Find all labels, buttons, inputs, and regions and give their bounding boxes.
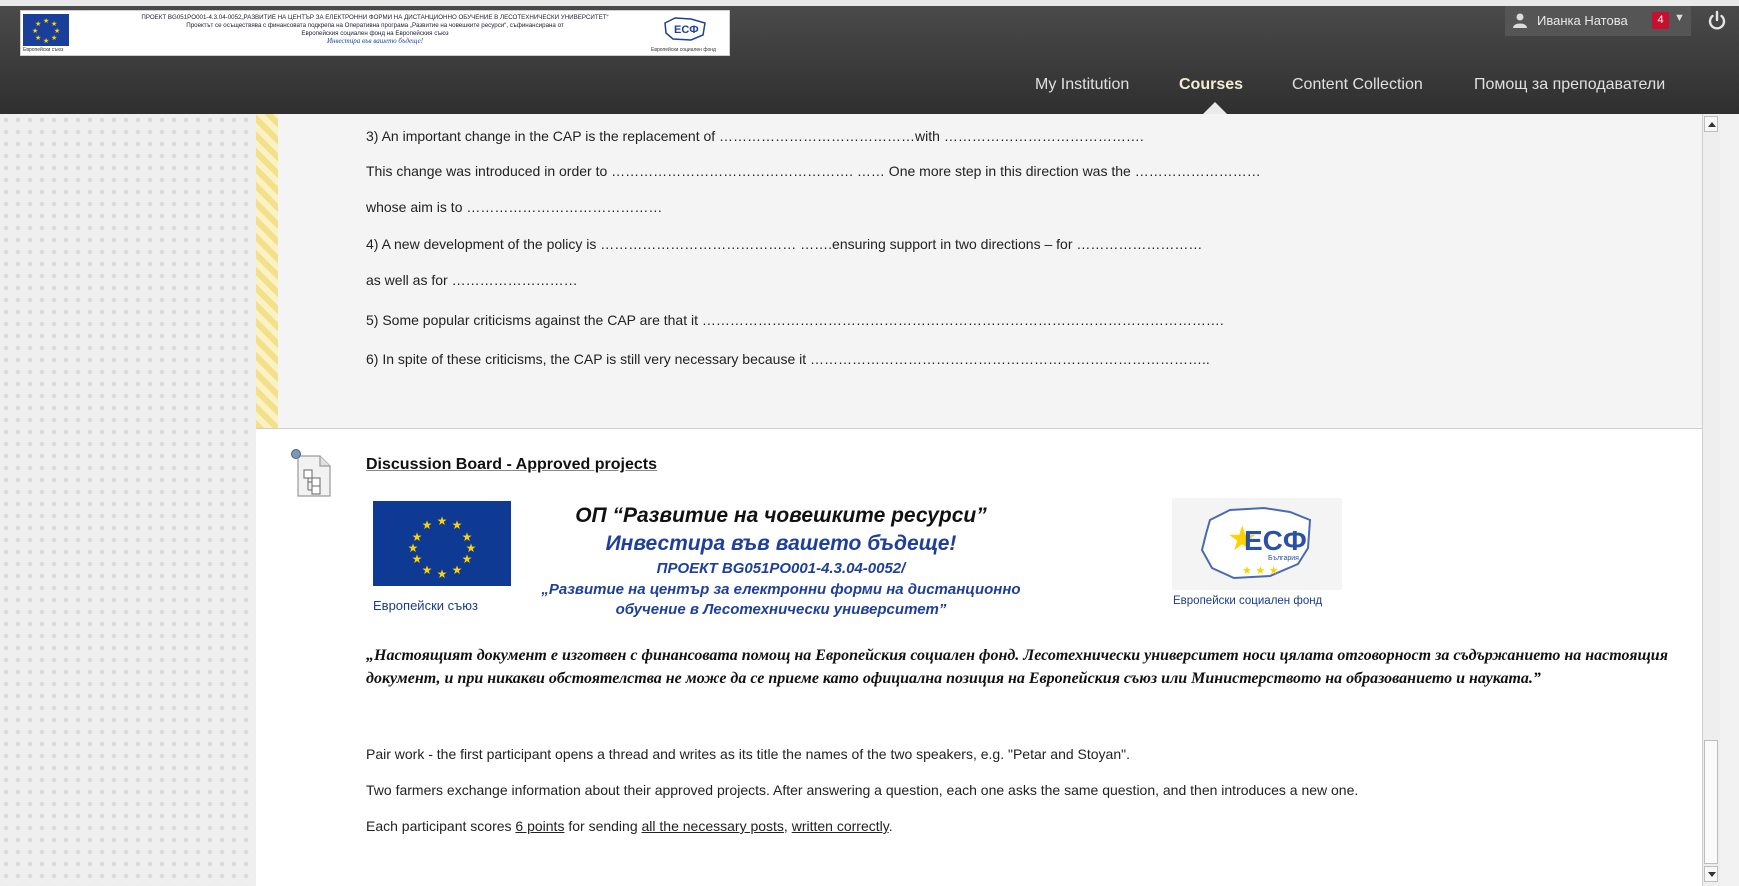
eu-flag-mini: ★ ★ ★ ★ ★ ★ ★ ★: [23, 14, 69, 46]
user-icon: [1513, 13, 1527, 28]
project-program-title: ОП “Развитие на човешките ресурси”: [575, 504, 987, 527]
eu-flag-image: ★ ★★ ★★★ ★★★ ★★★: [373, 501, 511, 586]
svg-text:★: ★: [412, 530, 423, 544]
question-line: 4) A new development of the policy is ………: [366, 236, 1203, 252]
scoring-correctness: written correctly: [791, 818, 889, 834]
project-description: „Развитие на център за електронни форми …: [541, 581, 1021, 598]
esf-logo-image: ★ ЕСФ България ★ ★ ★: [1172, 498, 1342, 590]
svg-text:★: ★: [422, 563, 433, 577]
right-margin: [1720, 114, 1739, 886]
active-tab-indicator: [1203, 102, 1227, 114]
svg-text:★: ★: [437, 514, 448, 528]
instruction-scoring: Each participant scores 6 points for sen…: [366, 818, 893, 834]
question-line: 3) An important change in the CAP is the…: [366, 128, 1144, 144]
scoring-points: 6 points: [515, 818, 565, 834]
esf-mini-caption: Европейски социален фонд: [651, 47, 716, 53]
content-item-questions: 3) An important change in the CAP is the…: [256, 114, 1703, 429]
question-line: This change was introduced in order to ……: [366, 163, 1261, 179]
scoring-text: ,: [783, 818, 792, 834]
svg-text:★: ★: [452, 563, 463, 577]
banner-line-1: ПРОЕКТ BG051PO001-4.3.04-0052„РАЗВИТИЕ Н…: [141, 14, 609, 21]
tab-courses[interactable]: Courses: [1179, 76, 1243, 94]
project-slogan: Инвестира във вашето бъдеще!: [605, 532, 957, 555]
chevron-down-icon[interactable]: ▼: [1674, 12, 1685, 24]
svg-text:★ ★ ★: ★ ★ ★: [1242, 564, 1279, 577]
discussion-board-icon: [291, 449, 331, 497]
course-content: 3) An important change in the CAP is the…: [256, 114, 1703, 886]
scoring-text: Each participant scores: [366, 818, 516, 834]
svg-text:ЕСФ: ЕСФ: [1244, 525, 1307, 556]
scroll-down-icon[interactable]: [1704, 866, 1718, 882]
svg-text:ЕСФ: ЕСФ: [674, 24, 699, 36]
project-code: ПРОЕКТ BG051PO001-4.3.04-0052/: [656, 560, 906, 577]
scroll-up-icon[interactable]: [1704, 116, 1718, 132]
tab-help-for-teachers[interactable]: Помощ за преподаватели: [1474, 76, 1665, 94]
tab-my-institution[interactable]: My Institution: [1035, 76, 1129, 94]
question-line: 6) In spite of these criticisms, the CAP…: [366, 351, 1210, 367]
funding-disclaimer: „Настоящият документ е изготвен с финанс…: [366, 647, 1668, 687]
svg-text:България: България: [1268, 555, 1299, 562]
svg-text:★: ★: [462, 552, 473, 566]
esf-caption: Европейски социален фонд: [1173, 595, 1323, 607]
question-line: 5) Some popular criticisms against the C…: [366, 312, 1224, 328]
user-name[interactable]: Иванка Натова: [1537, 13, 1628, 28]
scoring-posts: all the necessary posts: [641, 818, 784, 834]
notification-badge[interactable]: 4: [1652, 12, 1669, 29]
eu-mini-caption: Европейски съюз: [23, 47, 64, 53]
project-description: обучение в Лесотехнически университет”: [615, 601, 947, 618]
banner-line-4: Инвестира във вашето бъдеще!: [326, 37, 424, 45]
scrollbar-thumb[interactable]: [1704, 740, 1718, 864]
question-line: as well as for ………………………: [366, 272, 578, 288]
tab-content-collection[interactable]: Content Collection: [1292, 76, 1423, 94]
esf-logo-mini: ЕСФ: [664, 17, 706, 41]
instruction-pair-work: Pair work - the first participant opens …: [366, 746, 1130, 762]
scoring-text: .: [888, 818, 893, 834]
project-banner: ★ ★ ★ ★ ★ ★ ★ ★ Европейски съюз ПРОЕКТ BG051…: [20, 10, 730, 56]
highlight-stripe: [256, 114, 278, 428]
eu-caption: Европейски съюз: [373, 598, 478, 613]
left-decorative-panel: [0, 114, 256, 886]
banner-line-2: Проектът се осъществява с финансовата по…: [186, 22, 564, 29]
power-icon[interactable]: [1706, 10, 1728, 32]
scoring-text: for sending: [564, 818, 642, 834]
question-line: whose aim is to ……………………………………: [366, 199, 663, 215]
svg-text:★: ★: [422, 518, 433, 532]
svg-text:★: ★: [437, 567, 448, 581]
banner-line-3: Европейския социален фонд на Европейския…: [301, 30, 449, 37]
discussion-board-link[interactable]: Discussion Board - Approved projects: [366, 456, 657, 474]
instruction-exchange: Two farmers exchange information about t…: [366, 782, 1359, 798]
